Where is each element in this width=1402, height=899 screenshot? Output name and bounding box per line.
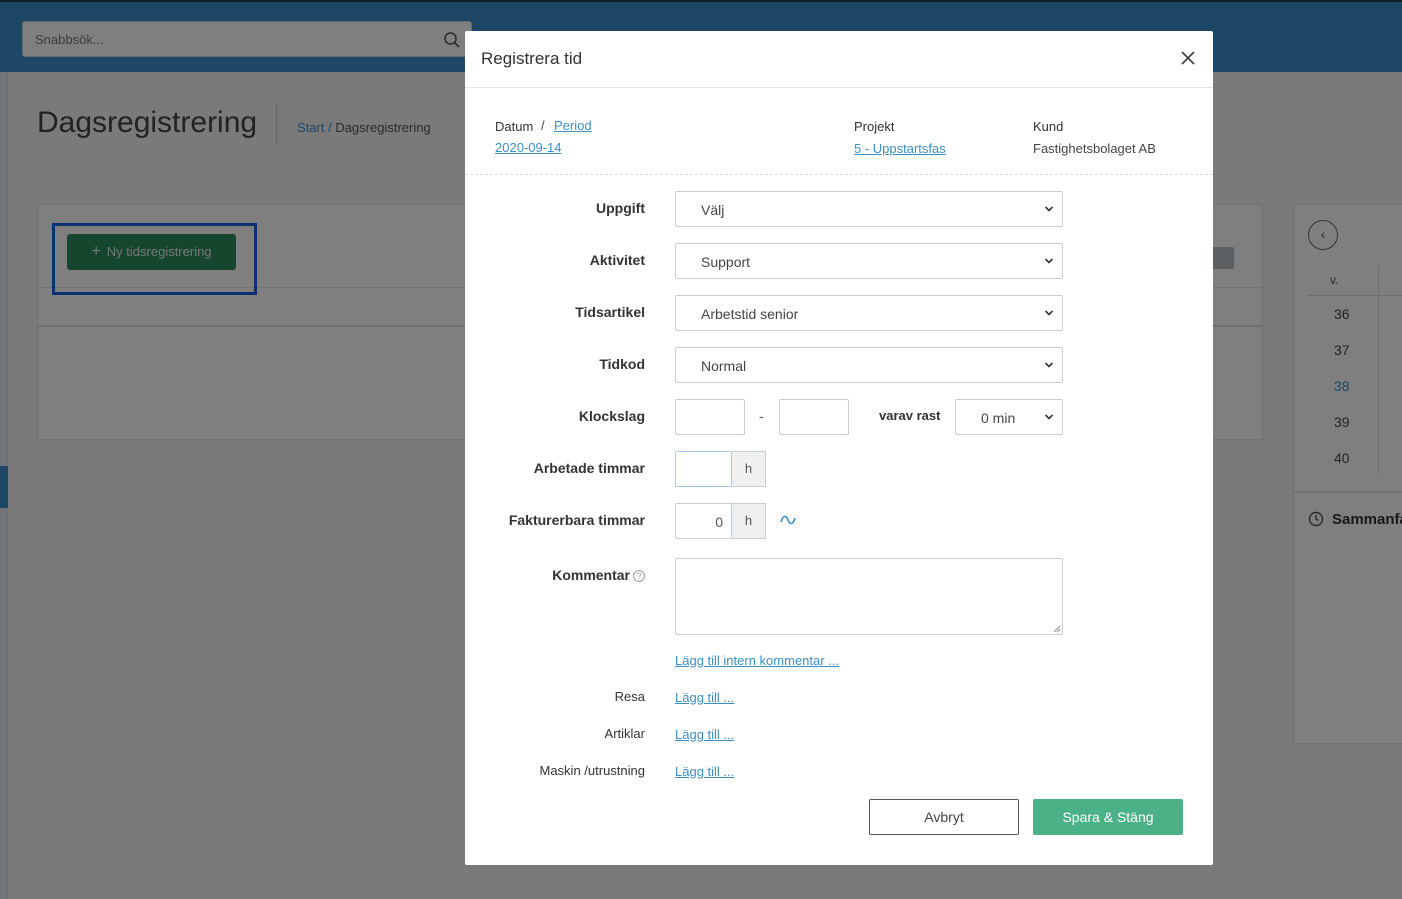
break-select-value: 0 min	[981, 410, 1016, 426]
time-code-select[interactable]: Normal	[675, 347, 1063, 383]
billable-hours-value: 0	[715, 514, 723, 530]
period-link[interactable]: Period	[554, 118, 592, 133]
billable-hours-unit: h	[732, 503, 766, 539]
activity-label: Aktivitet	[589, 252, 645, 268]
articles-label: Artiklar	[604, 726, 645, 741]
chevron-down-icon	[1044, 362, 1054, 368]
billable-hours-label: Fakturerbara timmar	[508, 512, 645, 528]
customer-value: Fastighetsbolaget AB	[1033, 141, 1156, 156]
customer-label: Kund	[1033, 119, 1064, 134]
cancel-button[interactable]: Avbryt	[869, 799, 1019, 835]
save-and-close-button[interactable]: Spara & Stäng	[1033, 799, 1183, 835]
chevron-down-icon	[1044, 310, 1054, 316]
chevron-down-icon	[1044, 414, 1054, 420]
end-time-input[interactable]	[779, 399, 849, 435]
time-code-select-value: Normal	[701, 358, 747, 374]
comment-label: Kommentar?	[552, 567, 645, 583]
clock-time-label: Klockslag	[578, 408, 645, 424]
add-travel-link[interactable]: Lägg till ...	[675, 690, 734, 705]
time-range-dash: -	[759, 408, 764, 424]
close-icon	[1181, 51, 1195, 65]
project-label: Projekt	[854, 119, 895, 134]
break-select[interactable]: 0 min	[955, 399, 1063, 435]
task-select[interactable]: Välj	[675, 191, 1063, 227]
add-articles-link[interactable]: Lägg till ...	[675, 727, 734, 742]
date-label: Datum	[495, 119, 534, 134]
chevron-down-icon	[1044, 258, 1054, 264]
comment-textarea[interactable]	[675, 558, 1063, 635]
add-internal-comment-link[interactable]: Lägg till intern kommentar ...	[675, 653, 839, 668]
activity-select-value: Support	[701, 254, 751, 270]
billable-hours-input[interactable]: 0	[675, 503, 732, 539]
activity-select[interactable]: Support	[675, 243, 1063, 279]
time-article-select[interactable]: Arbetstid senior	[675, 295, 1063, 331]
worked-hours-label: Arbetade timmar	[533, 460, 645, 476]
register-time-dialog: Registrera tid Datum / Period 2020-09-14…	[465, 31, 1213, 865]
sync-approx-icon[interactable]	[779, 513, 797, 527]
time-article-label: Tidsartikel	[575, 304, 645, 320]
worked-hours-unit: h	[732, 451, 766, 487]
add-machine-link[interactable]: Lägg till ...	[675, 764, 734, 779]
comment-label-text: Kommentar	[552, 567, 630, 583]
dialog-title: Registrera tid	[481, 49, 583, 68]
machine-equipment-label: Maskin /utrustning	[539, 763, 646, 778]
break-label: varav rast	[879, 408, 941, 423]
date-link[interactable]: 2020-09-14	[495, 140, 562, 155]
dialog-header: Registrera tid	[465, 31, 1213, 88]
date-period-separator: /	[541, 118, 545, 133]
start-time-input[interactable]	[675, 399, 745, 435]
help-icon[interactable]: ?	[633, 570, 645, 583]
close-button[interactable]	[1175, 45, 1201, 71]
divider	[465, 174, 1213, 175]
chevron-down-icon	[1044, 206, 1054, 212]
worked-hours-input[interactable]	[675, 451, 732, 487]
task-select-value: Välj	[701, 202, 725, 218]
task-label: Uppgift	[596, 200, 645, 216]
time-article-select-value: Arbetstid senior	[701, 306, 799, 322]
time-code-label: Tidkod	[599, 356, 645, 372]
travel-label: Resa	[614, 689, 645, 704]
project-link[interactable]: 5 - Uppstartsfas	[854, 141, 946, 156]
resize-grip-icon[interactable]	[1053, 625, 1061, 633]
